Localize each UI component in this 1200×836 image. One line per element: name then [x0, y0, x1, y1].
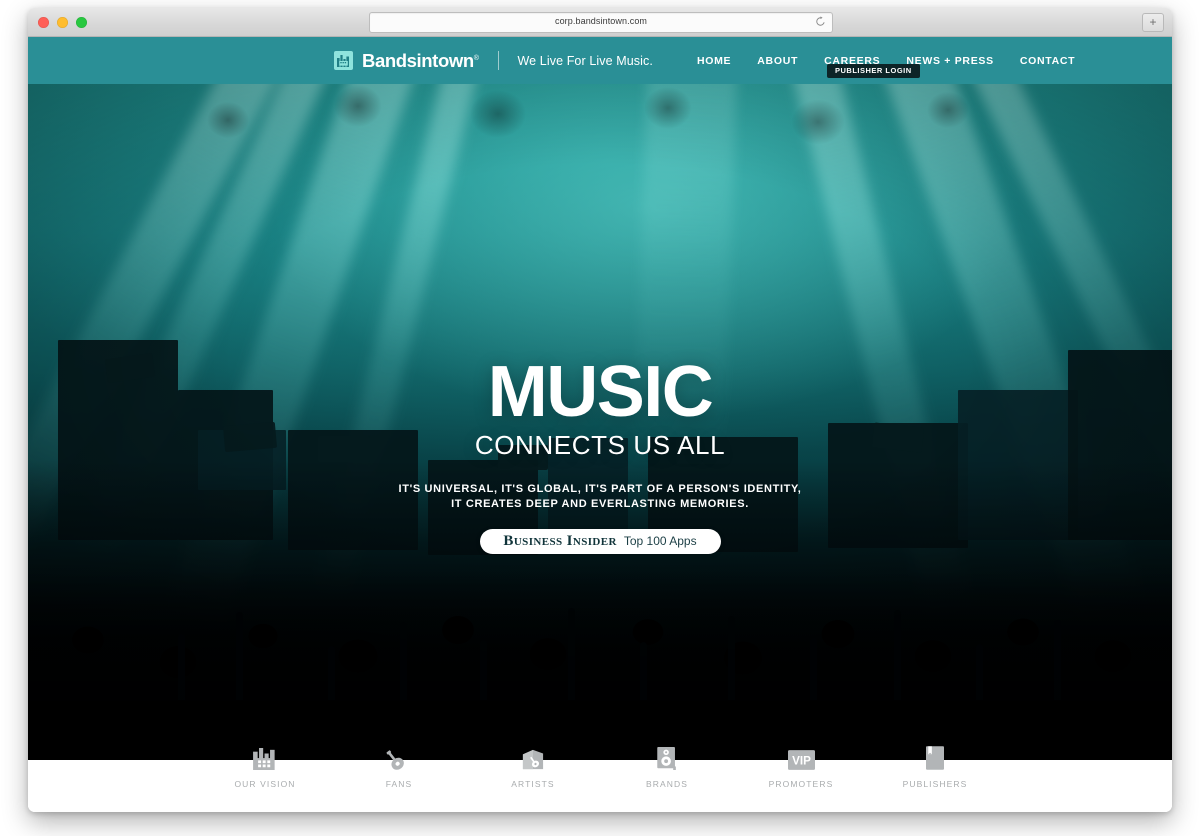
brand-name-text: Bandsintown — [362, 49, 474, 71]
browser-titlebar: corp.bandsintown.com + — [28, 8, 1172, 37]
hero-lede: IT'S UNIVERSAL, IT'S GLOBAL, IT'S PART O… — [28, 482, 1172, 512]
nav-link-about[interactable]: ABOUT — [757, 55, 798, 67]
brand-divider — [497, 51, 499, 70]
nav-link-home[interactable]: HOME — [697, 55, 731, 67]
footer-label-our-vision: OUR VISION — [234, 779, 296, 789]
close-window-button[interactable] — [38, 17, 49, 28]
site-navbar: Bandsintown® We Live For Live Music. HOM… — [28, 37, 1172, 84]
hero-section: MUSIC CONNECTS US ALL IT'S UNIVERSAL, IT… — [28, 84, 1172, 760]
new-tab-button[interactable]: + — [1142, 13, 1164, 32]
speaker-cabinet-icon — [600, 740, 734, 770]
brand-registered-mark: ® — [473, 54, 479, 62]
svg-text:VIP: VIP — [792, 755, 811, 768]
hero-lede-line-2: IT CREATES DEEP AND EVERLASTING MEMORIES… — [451, 497, 749, 510]
publisher-login-button[interactable]: PUBLISHER LOGIN — [827, 64, 920, 78]
footer-icon-strip: OUR VISION FANS ARTISTS BRANDS VIP PROMO… — [28, 746, 1172, 812]
hero-lede-line-1: IT'S UNIVERSAL, IT'S GLOBAL, IT'S PART O… — [398, 482, 802, 495]
footer-label-brands: BRANDS — [645, 779, 689, 789]
browser-window: corp.bandsintown.com + Bandsintown® We L… — [28, 8, 1172, 812]
footer-item-artists[interactable]: ARTISTS — [466, 740, 600, 789]
page-viewport: Bandsintown® We Live For Live Music. HOM… — [28, 37, 1172, 812]
footer-label-publishers: PUBLISHERS — [902, 779, 968, 789]
brand-name: Bandsintown® — [362, 50, 479, 72]
footer-item-our-vision[interactable]: OUR VISION — [198, 740, 332, 789]
nav-link-contact[interactable]: CONTACT — [1020, 55, 1075, 67]
ceiling-lighting-rig — [28, 84, 1172, 204]
footer-item-promoters[interactable]: VIP PROMOTERS — [734, 740, 868, 789]
guitar-icon — [332, 740, 466, 770]
brand-tagline: We Live For Live Music. — [517, 53, 653, 68]
address-bar[interactable]: corp.bandsintown.com — [369, 12, 833, 33]
url-text: corp.bandsintown.com — [554, 16, 648, 26]
minimize-window-button[interactable] — [57, 17, 68, 28]
brand-lockup[interactable]: Bandsintown® We Live For Live Music. — [334, 50, 653, 72]
book-icon — [868, 740, 1002, 770]
footer-item-fans[interactable]: FANS — [332, 740, 466, 789]
maximize-window-button[interactable] — [76, 17, 87, 28]
footer-item-publishers[interactable]: PUBLISHERS — [868, 740, 1002, 789]
footer-label-fans: FANS — [385, 779, 413, 789]
business-insider-subtitle: Top 100 Apps — [623, 534, 697, 549]
hero-copy: MUSIC CONNECTS US ALL IT'S UNIVERSAL, IT… — [28, 352, 1172, 554]
bandsintown-logo-icon — [334, 51, 353, 70]
reload-icon[interactable] — [815, 16, 826, 27]
hero-headline: MUSIC — [487, 352, 714, 432]
guitar-case-icon — [466, 740, 600, 770]
screenshot-root: corp.bandsintown.com + Bandsintown® We L… — [0, 0, 1200, 836]
hero-subheadline: CONNECTS US ALL — [474, 430, 726, 461]
footer-label-artists: ARTISTS — [511, 779, 555, 789]
window-controls — [38, 17, 87, 28]
footer-label-promoters: PROMOTERS — [768, 779, 834, 789]
vip-pass-icon: VIP — [734, 740, 868, 770]
business-insider-badge[interactable]: Business Insider Top 100 Apps — [479, 528, 721, 554]
footer-item-brands[interactable]: BRANDS — [600, 740, 734, 789]
business-insider-name: Business Insider — [503, 532, 617, 549]
factory-building-icon — [198, 740, 332, 770]
